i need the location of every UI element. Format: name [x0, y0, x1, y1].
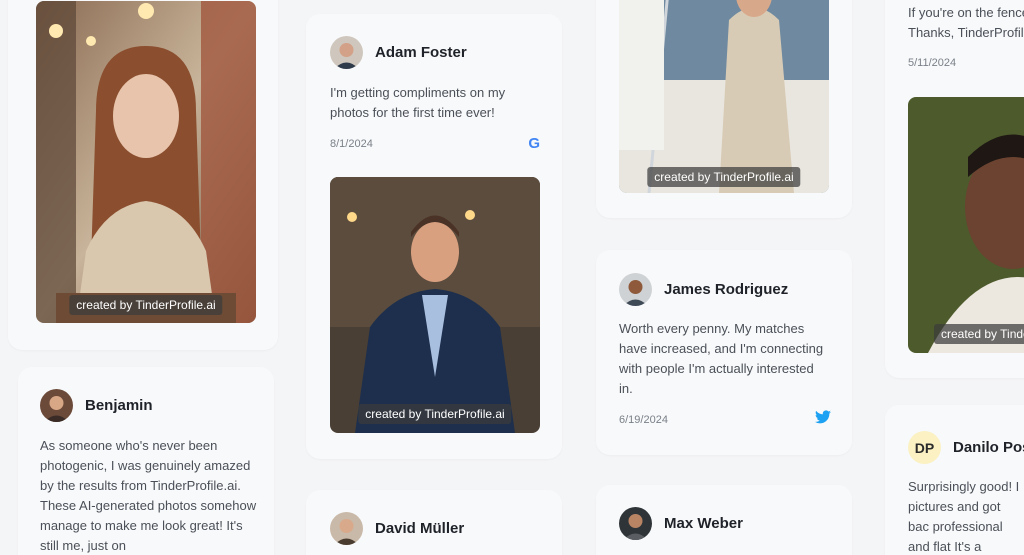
boat-photo-image: [619, 0, 829, 193]
review-text: Surprisingly good! I pictures and got ba…: [908, 479, 1020, 554]
watermark-label: created by TinderProfile.ai: [934, 324, 1024, 344]
reviewer-name: David Müller: [375, 520, 465, 537]
review-text: Worth every penny. My matches have incre…: [619, 321, 824, 396]
avatar: [40, 389, 73, 422]
reviewer-name: Adam Foster: [375, 44, 467, 61]
avatar: [330, 512, 363, 545]
woman-photo-image: [36, 1, 256, 323]
profile-photo-adam: created by TinderProfile.ai: [330, 177, 540, 433]
reviewer-name: James Rodriguez: [664, 281, 789, 298]
review-date: 5/11/2024: [908, 57, 957, 69]
reviewer-name: Max Weber: [664, 515, 743, 532]
testimonial-card-david: David Müller: [306, 490, 562, 555]
man-suit-photo-image: [330, 177, 540, 433]
review-text: As someone who's never been photogenic, …: [40, 438, 257, 553]
avatar: [330, 36, 363, 69]
review-text: I'm getting compliments on my photos for…: [330, 85, 506, 120]
review-date: 8/1/2024: [330, 137, 373, 150]
watermark-label: created by TinderProfile.ai: [647, 167, 801, 187]
profile-photo-woman: created by TinderProfile.ai: [36, 1, 256, 323]
twitter-icon: [815, 410, 831, 429]
avatar: [619, 507, 652, 540]
testimonial-card-benjamin: Benjamin As someone who's never been pho…: [18, 367, 274, 555]
reviewer-name: Benjamin: [85, 397, 153, 414]
testimonial-card-james: James Rodriguez Worth every penny. My ma…: [596, 250, 852, 455]
watermark-label: created by TinderProfile.ai: [358, 404, 512, 424]
watermark-label: created by TinderProfile.ai: [69, 295, 223, 315]
testimonial-card-adam: Adam Foster I'm getting compliments on m…: [306, 14, 562, 459]
man-glasses-photo-image: [908, 97, 1024, 353]
profile-photo-partial: created by TinderProfile.ai: [908, 97, 1024, 353]
reviewer-name: Danilo Pos: [953, 439, 1024, 456]
avatar-initials: DP: [908, 431, 941, 464]
avatar: [619, 273, 652, 306]
photo-card-woman: created by TinderProfile.ai: [8, 0, 278, 350]
review-text: If you're on the fence, Thanks, TinderPr…: [908, 5, 1024, 40]
photo-card-boat: created by TinderProfile.ai: [596, 0, 852, 218]
review-date: 6/19/2024: [619, 413, 668, 426]
testimonial-card-partial-top: If you're on the fence, Thanks, TinderPr…: [885, 0, 1024, 378]
testimonial-card-max: Max Weber: [596, 485, 852, 555]
google-icon: G: [528, 135, 540, 152]
profile-photo-boat: created by TinderProfile.ai: [619, 0, 829, 193]
testimonial-card-danilo: DP Danilo Pos Surprisingly good! I pictu…: [885, 405, 1024, 555]
